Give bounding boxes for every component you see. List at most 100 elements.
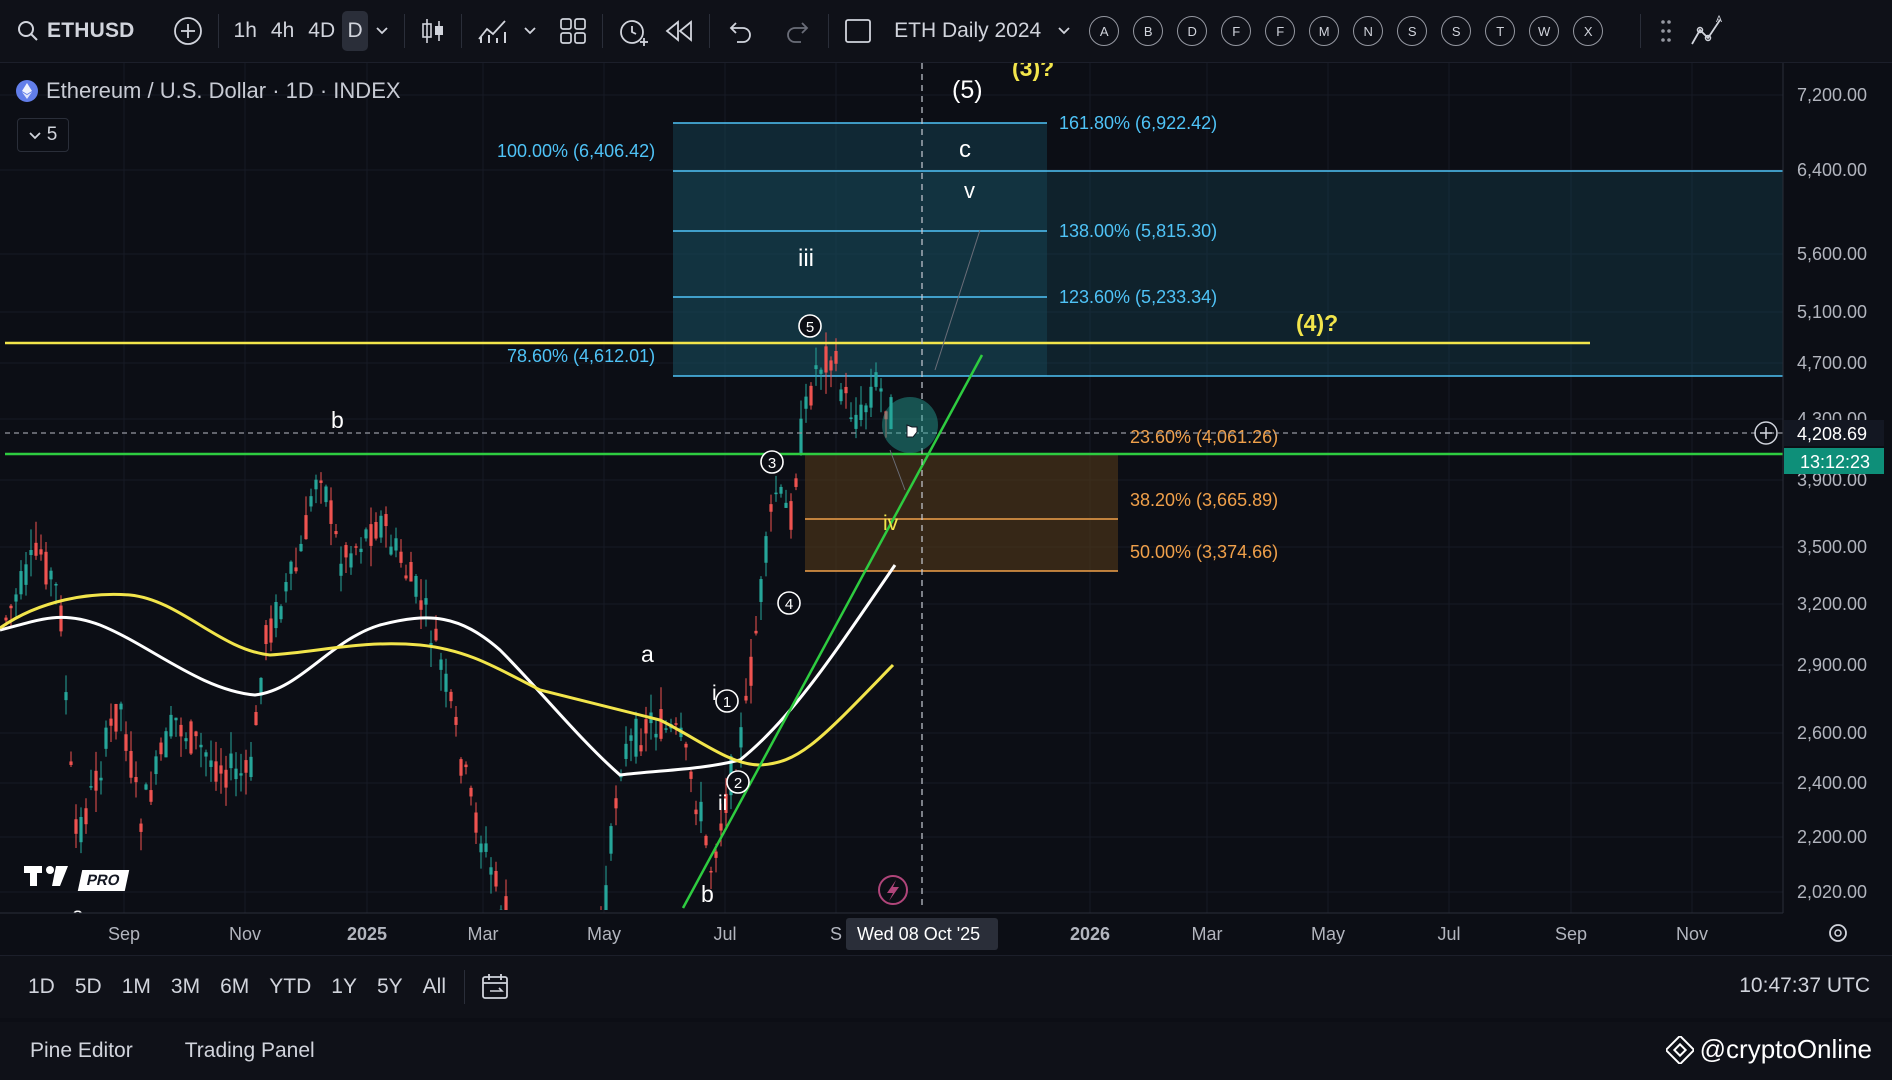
interval-1h[interactable]: 1h — [227, 11, 264, 51]
svg-text:4: 4 — [785, 596, 793, 613]
candle-body — [464, 764, 468, 768]
wave-label-ii: ii — [718, 792, 727, 815]
range-6m[interactable]: 6M — [210, 975, 259, 999]
indicators-toggle[interactable]: 5 — [17, 118, 69, 152]
replay-button[interactable] — [657, 11, 701, 51]
tv-logo-mark — [24, 862, 76, 898]
symbol-search[interactable]: ETHUSD — [10, 11, 142, 51]
fib-label-50: 50.00% (3,374.66) — [1130, 542, 1278, 562]
candle-body — [24, 564, 28, 585]
price-tick-label: 2,200.00 — [1797, 827, 1867, 847]
drawing-tool-button[interactable]: A — [1683, 11, 1731, 51]
compare-button[interactable] — [166, 11, 210, 51]
time-tick-label: Nov — [1676, 924, 1708, 944]
range-all[interactable]: All — [413, 975, 456, 999]
range-3m[interactable]: 3M — [161, 975, 210, 999]
indicators-dropdown[interactable] — [516, 11, 544, 51]
candles-icon — [422, 19, 444, 43]
fib-label-138: 138.00% (5,815.30) — [1059, 221, 1217, 241]
quick-button[interactable]: N — [1353, 16, 1384, 46]
chart-type-button[interactable] — [413, 11, 453, 51]
legend-title: Ethereum / U.S. Dollar · 1D · INDEX — [46, 78, 401, 103]
utc-clock[interactable]: 10:47:37 UTC — [1739, 974, 1870, 998]
goto-date-button[interactable] — [473, 967, 519, 1007]
interval-d[interactable]: D — [342, 11, 369, 51]
toolbar-divider — [461, 14, 463, 48]
price-chart[interactable]: 161.80% (6,922.42) 100.00% (6,406.42) 13… — [0, 63, 1892, 955]
candle-body — [209, 760, 213, 767]
candle-body — [299, 543, 303, 552]
layout-grid-button[interactable] — [552, 11, 594, 51]
countdown-label: 13:12:23 — [1800, 452, 1870, 472]
layout-menu[interactable]: ETH Daily 2024 — [837, 11, 1078, 51]
quick-button[interactable]: X — [1573, 16, 1604, 46]
candle-body — [624, 743, 628, 759]
candle-body — [69, 761, 73, 765]
candle-body — [849, 417, 853, 419]
candle-body — [474, 812, 478, 833]
quick-button[interactable]: F — [1221, 16, 1252, 46]
wave-label-b-low: b — [701, 881, 714, 907]
range-1d[interactable]: 1D — [18, 975, 65, 999]
square-icon — [845, 19, 872, 43]
indicators-button[interactable] — [470, 11, 516, 51]
quick-button[interactable]: A — [1089, 16, 1120, 46]
candle-body — [799, 418, 803, 455]
quick-button[interactable]: F — [1265, 16, 1296, 46]
tab-pine-editor[interactable]: Pine Editor — [30, 1039, 133, 1063]
candle-body — [174, 717, 178, 721]
candle-body — [714, 851, 718, 858]
quick-button[interactable]: T — [1485, 16, 1516, 46]
candle-body — [794, 478, 798, 487]
candle-body — [54, 584, 58, 586]
candle-body — [344, 545, 348, 558]
lightning-event-icon[interactable] — [878, 875, 908, 905]
tradingview-logo[interactable]: PRO — [24, 862, 129, 898]
alert-button[interactable] — [611, 11, 657, 51]
candle-body — [764, 536, 768, 563]
candle-body — [289, 561, 293, 574]
candle-body — [304, 515, 308, 540]
candle-body — [814, 365, 818, 370]
quick-button[interactable]: S — [1397, 16, 1428, 46]
undo-button[interactable] — [718, 11, 760, 51]
range-5y[interactable]: 5Y — [367, 975, 413, 999]
quick-button[interactable]: M — [1309, 16, 1340, 46]
candle-body — [449, 691, 453, 702]
quick-button[interactable]: S — [1441, 16, 1472, 46]
quick-button[interactable]: B — [1133, 16, 1164, 46]
price-tick-label: 2,600.00 — [1797, 723, 1867, 743]
candle-body — [839, 389, 843, 402]
candle-body — [279, 606, 283, 620]
toolbar-divider — [602, 14, 604, 48]
candle-body — [14, 594, 18, 602]
candle-body — [774, 492, 778, 495]
wave-pen-icon: A — [1691, 14, 1722, 45]
candle-body — [824, 346, 828, 373]
current-price-label: 4,208.69 — [1797, 424, 1867, 444]
pro-badge: PRO — [77, 869, 129, 891]
redo-button[interactable] — [778, 11, 820, 51]
candle-body — [314, 479, 318, 490]
more-options[interactable] — [1653, 11, 1679, 51]
price-tick-label: 7,200.00 — [1797, 85, 1867, 105]
candle-body — [139, 823, 143, 832]
candle-body — [859, 404, 863, 420]
interval-dropdown[interactable] — [368, 11, 396, 51]
tab-trading-panel[interactable]: Trading Panel — [185, 1039, 315, 1063]
quick-button[interactable]: W — [1529, 16, 1560, 46]
interval-4d[interactable]: 4D — [301, 11, 342, 51]
candle-body — [99, 777, 103, 781]
range-5d[interactable]: 5D — [65, 975, 112, 999]
range-1m[interactable]: 1M — [112, 975, 161, 999]
range-ytd[interactable]: YTD — [259, 975, 321, 999]
candle-body — [49, 570, 53, 580]
time-tick-label: May — [587, 924, 621, 944]
quick-button[interactable]: D — [1177, 16, 1208, 46]
candle-body — [74, 819, 78, 834]
range-1y[interactable]: 1Y — [321, 975, 367, 999]
candle-body — [389, 546, 393, 555]
candle-body — [169, 714, 173, 737]
interval-4h[interactable]: 4h — [264, 11, 301, 51]
candle-body — [114, 704, 118, 732]
